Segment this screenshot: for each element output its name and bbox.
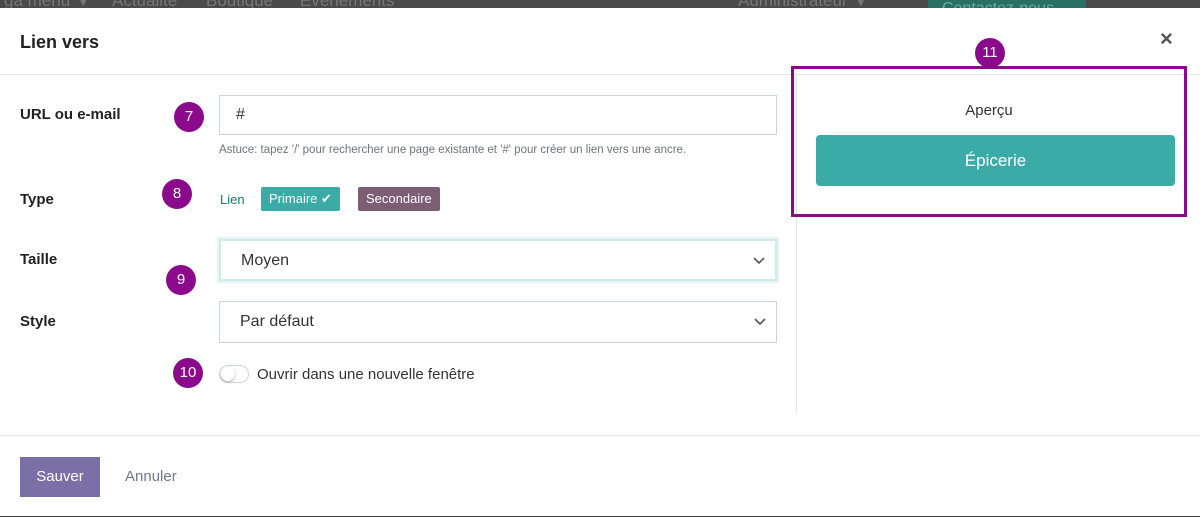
- preview-button[interactable]: Épicerie: [816, 135, 1175, 186]
- type-option-secondary[interactable]: Secondaire: [358, 187, 440, 211]
- preview-title: Aperçu: [965, 102, 1013, 119]
- chevron-down-icon: [754, 318, 766, 326]
- dialog-title: Lien vers: [20, 32, 100, 52]
- type-label: Type: [20, 191, 54, 208]
- url-input[interactable]: #: [219, 95, 777, 135]
- annotation-badge-11: 11: [975, 38, 1005, 68]
- style-select-value: Par défaut: [240, 313, 314, 330]
- link-dialog: Lien vers × URL ou e-mail 7 # Astuce: ta…: [0, 8, 1200, 516]
- annotation-badge-9: 9: [166, 265, 196, 295]
- toggle-knob: [221, 367, 235, 381]
- type-option-primary-label: Primaire: [269, 191, 318, 206]
- new-window-toggle[interactable]: [219, 365, 249, 383]
- annotation-badge-8: 8: [162, 179, 192, 209]
- style-label: Style: [20, 313, 56, 330]
- type-option-link[interactable]: Lien: [220, 192, 245, 207]
- cancel-button[interactable]: Annuler: [125, 468, 177, 485]
- type-option-primary[interactable]: Primaire ✔: [261, 187, 340, 211]
- close-icon[interactable]: ×: [1160, 28, 1173, 50]
- chevron-down-icon: [753, 257, 765, 265]
- annotation-badge-10: 10: [173, 358, 203, 388]
- new-window-label: Ouvrir dans une nouvelle fenêtre: [257, 366, 475, 383]
- style-select[interactable]: Par défaut: [219, 301, 777, 343]
- save-button[interactable]: Sauver: [20, 457, 100, 497]
- url-label: URL ou e-mail: [20, 106, 121, 123]
- dialog-footer: Sauver Annuler: [0, 435, 1200, 517]
- annotation-badge-7: 7: [174, 102, 204, 132]
- size-select[interactable]: Moyen: [219, 239, 777, 281]
- check-icon: ✔: [321, 191, 332, 206]
- url-hint: Astuce: tapez '/' pour rechercher une pa…: [219, 144, 687, 156]
- preview-panel: Aperçu Épicerie: [791, 66, 1187, 217]
- size-label: Taille: [20, 251, 58, 268]
- dialog-header: Lien vers ×: [0, 8, 1200, 75]
- size-select-value: Moyen: [241, 252, 290, 269]
